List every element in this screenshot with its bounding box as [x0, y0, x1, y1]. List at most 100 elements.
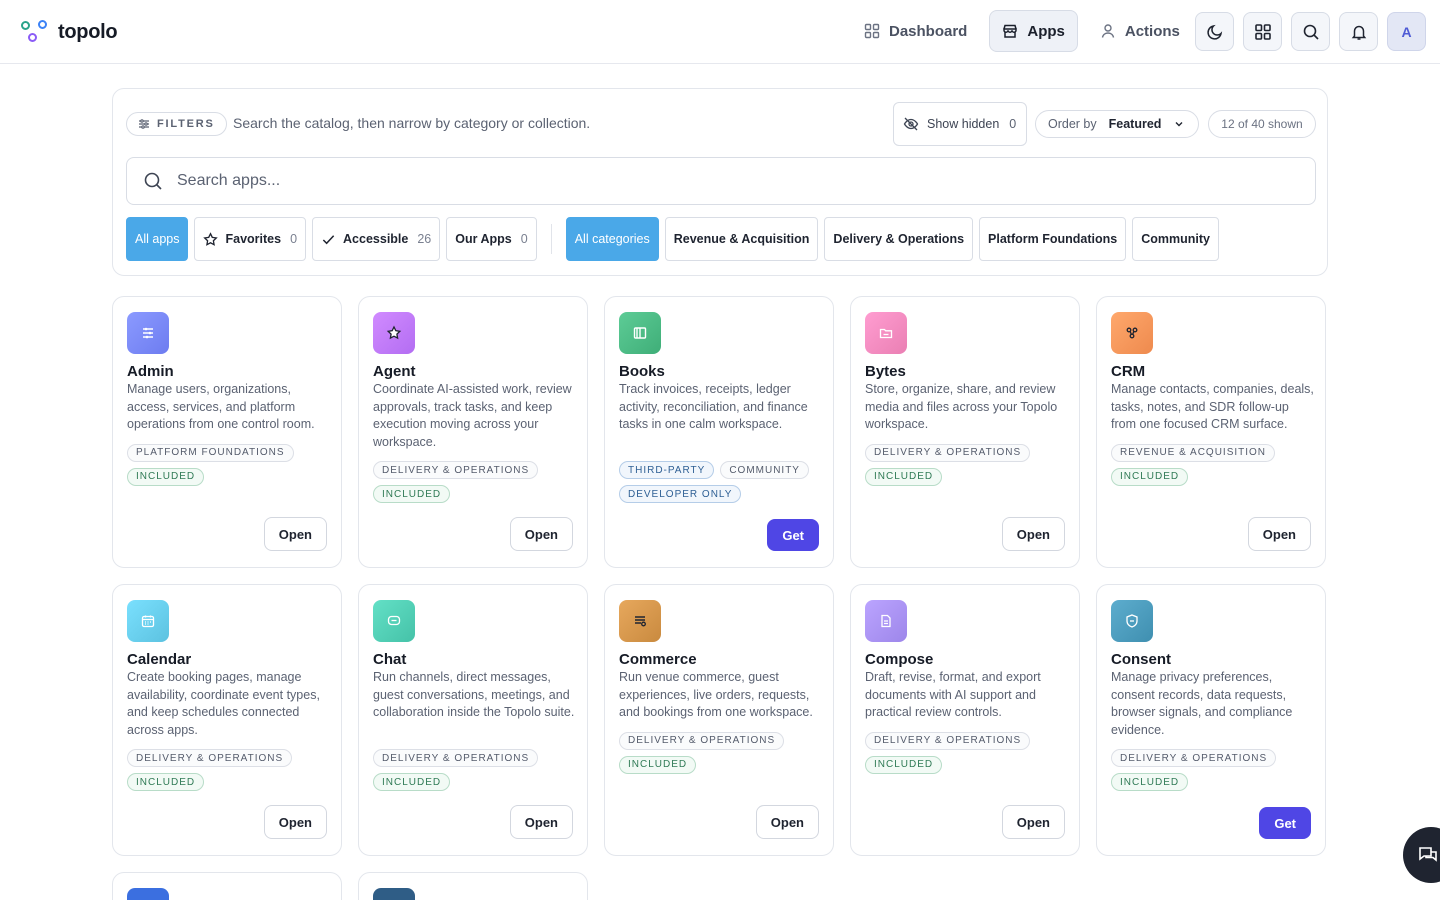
open-button[interactable]: Open: [1001, 805, 1065, 839]
app-tags: DELIVERY & OPERATIONS INCLUDED: [127, 749, 293, 791]
order-by-select[interactable]: Order by Featured: [1035, 110, 1199, 138]
category-community[interactable]: Community: [1132, 217, 1219, 261]
app-tags: DELIVERY & OPERATIONS INCLUDED: [619, 731, 785, 774]
app-tags: DELIVERY & OPERATIONS INCLUDED: [373, 461, 539, 503]
notifications-button[interactable]: [1339, 12, 1378, 51]
category-tag: DELIVERY & OPERATIONS: [127, 749, 293, 767]
app-card-partial[interactable]: [358, 872, 588, 900]
app-card[interactable]: Commerce Run venue commerce, guest experi…: [604, 584, 834, 856]
shield-icon: [1111, 600, 1153, 642]
user-avatar[interactable]: A: [1387, 12, 1426, 51]
search-input[interactable]: [177, 172, 1277, 190]
app-icon: [127, 888, 169, 900]
status-badge: INCLUDED: [1111, 773, 1189, 791]
app-card[interactable]: Chat Run channels, direct messages, guest…: [358, 584, 588, 856]
app-description: Store, organize, share, and review media…: [865, 382, 1058, 431]
book-icon: [619, 312, 661, 354]
network-icon: [1111, 312, 1153, 354]
logo-icon: [20, 18, 50, 46]
open-button[interactable]: Open: [1001, 517, 1065, 551]
filter-hint: Search the catalog, then narrow by categ…: [233, 115, 591, 131]
category-label: Platform Foundations: [988, 232, 1118, 246]
app-card[interactable]: Bytes Store, organize, share, and review …: [850, 296, 1080, 568]
app-card[interactable]: Books Track invoices, receipts, ledger ac…: [604, 296, 834, 568]
search-icon: [144, 172, 162, 190]
nav-actions[interactable]: Actions: [1088, 10, 1192, 52]
app-switcher-button[interactable]: [1243, 12, 1282, 51]
main-nav: Dashboard Apps Actions: [852, 10, 1192, 52]
app-tags: THIRD-PARTY COMMUNITY DEVELOPER ONLY: [619, 461, 809, 503]
user-icon: [1101, 24, 1115, 38]
category-tag: THIRD-PARTY: [619, 461, 715, 479]
calendar-icon: [127, 600, 169, 642]
collection-label: Our Apps: [455, 232, 512, 246]
category-revenue[interactable]: Revenue & Acquisition: [664, 217, 819, 261]
app-card-partial[interactable]: [112, 872, 342, 900]
moon-icon: [1206, 24, 1222, 40]
collection-favorites[interactable]: Favorites 0: [194, 217, 307, 261]
app-icon: [373, 888, 415, 900]
sliders-icon: [139, 119, 149, 129]
category-tag: PLATFORM FOUNDATIONS: [127, 443, 294, 462]
app-card[interactable]: CRM Manage contacts, companies, deals, ta…: [1096, 296, 1326, 568]
app-tags: DELIVERY & OPERATIONS INCLUDED: [373, 749, 539, 791]
nav-dashboard[interactable]: Dashboard: [852, 10, 979, 52]
filters-toggle[interactable]: FILTERS: [126, 112, 227, 136]
get-button[interactable]: Get: [767, 519, 819, 551]
brand-logo[interactable]: topolo: [20, 18, 118, 46]
nav-apps[interactable]: Apps: [989, 10, 1078, 52]
star-icon: [203, 231, 219, 246]
chat-icon: [1419, 847, 1437, 862]
bell-icon: [1351, 25, 1366, 40]
app-description: Track invoices, receipts, ledger activit…: [619, 382, 808, 431]
support-chat-button[interactable]: [1403, 827, 1440, 883]
search-icon: [1303, 24, 1319, 40]
open-button[interactable]: Open: [509, 517, 573, 551]
app-tags: DELIVERY & OPERATIONS INCLUDED: [865, 731, 1031, 774]
app-name: Compose: [865, 651, 934, 668]
category-label: Revenue & Acquisition: [673, 232, 810, 246]
app-description: Draft, revise, format, and export docume…: [865, 670, 1041, 719]
app-card[interactable]: Admin Manage users, organizations, access…: [112, 296, 342, 568]
status-badge: INCLUDED: [865, 467, 943, 486]
app-name: Agent: [373, 363, 416, 380]
app-tags: PLATFORM FOUNDATIONS INCLUDED: [127, 443, 294, 486]
open-button[interactable]: Open: [509, 805, 573, 839]
open-button[interactable]: Open: [263, 805, 327, 839]
theme-toggle-button[interactable]: [1195, 12, 1234, 51]
search-button[interactable]: [1291, 12, 1330, 51]
status-badge: INCLUDED: [1111, 467, 1189, 486]
category-tag: REVENUE & ACQUISITION: [1111, 443, 1276, 462]
app-name: Books: [619, 363, 665, 380]
category-delivery[interactable]: Delivery & Operations: [824, 217, 974, 261]
open-button[interactable]: Open: [263, 517, 327, 551]
results-count: 12 of 40 shown: [1208, 110, 1316, 138]
filters-label: FILTERS: [157, 118, 215, 130]
open-button[interactable]: Open: [755, 805, 819, 839]
app-description: Run venue commerce, guest experiences, l…: [619, 670, 813, 719]
app-card[interactable]: Consent Manage privacy preferences, conse…: [1096, 584, 1326, 856]
collection-label: All apps: [135, 232, 180, 246]
get-button[interactable]: Get: [1259, 807, 1311, 839]
show-hidden-toggle[interactable]: Show hidden 0: [893, 102, 1027, 146]
show-hidden-label: Show hidden: [927, 117, 1000, 131]
apps-grid-icon: [1254, 23, 1271, 40]
status-badge: INCLUDED: [127, 467, 205, 486]
category-platform[interactable]: Platform Foundations: [979, 217, 1127, 261]
app-description: Run channels, direct messages, guest con…: [373, 670, 575, 719]
collection-our-apps[interactable]: Our Apps 0: [446, 217, 537, 261]
order-by-value: Featured: [1108, 117, 1162, 131]
app-card[interactable]: Calendar Create booking pages, manage ava…: [112, 584, 342, 856]
app-name: Commerce: [619, 651, 697, 668]
open-button[interactable]: Open: [1247, 517, 1311, 551]
category-label: Delivery & Operations: [833, 232, 965, 246]
app-card[interactable]: Compose Draft, revise, format, and export…: [850, 584, 1080, 856]
document-icon: [865, 600, 907, 642]
app-description: Manage privacy preferences, consent reco…: [1111, 670, 1293, 737]
app-card[interactable]: Agent Coordinate AI-assisted work, review…: [358, 296, 588, 568]
collection-accessible[interactable]: Accessible 26: [312, 217, 441, 261]
app-name: Consent: [1111, 651, 1171, 668]
collection-all-apps[interactable]: All apps: [126, 217, 189, 261]
category-all[interactable]: All categories: [565, 217, 659, 261]
filter-chips: All apps Favorites 0 Accessible 26 Our A…: [126, 217, 1219, 261]
